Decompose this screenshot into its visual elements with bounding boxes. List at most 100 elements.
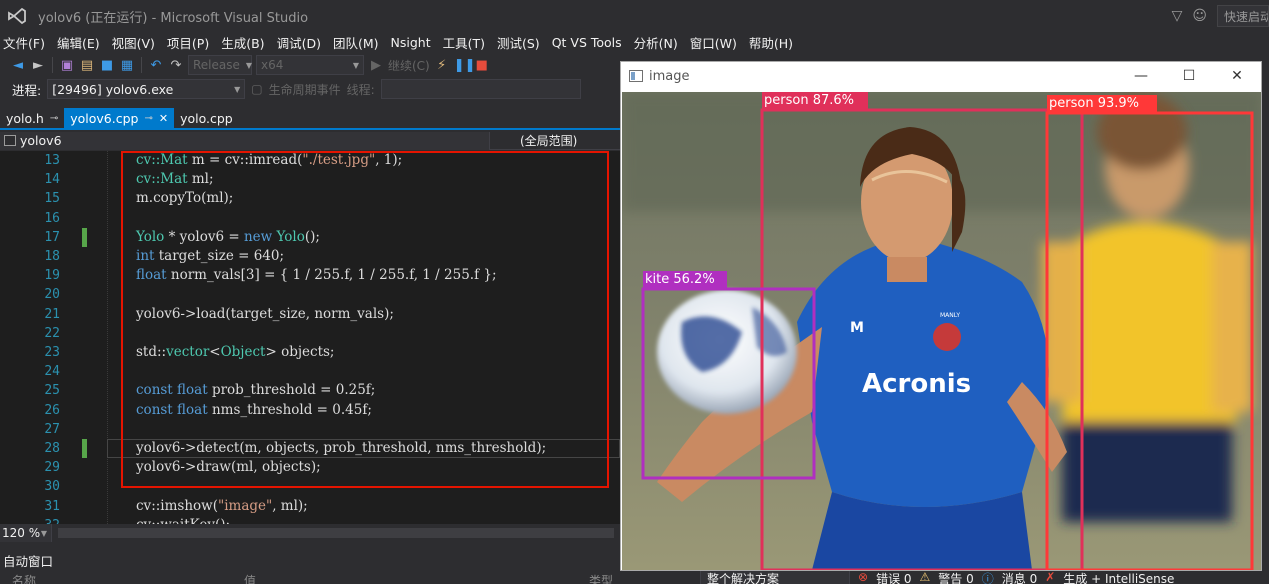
configuration-select[interactable]: Release ▼ <box>188 55 252 75</box>
maximize-icon[interactable]: ☐ <box>1165 62 1213 90</box>
platform-value: x64 <box>261 58 284 72</box>
menu-edit[interactable]: 编辑(E) <box>54 33 109 52</box>
line-number: 24 <box>44 364 60 380</box>
tab-label: yolov6.cpp <box>70 110 139 126</box>
scope-dropdown[interactable]: (全局范围) <box>490 132 620 150</box>
process-label: 进程: <box>12 82 42 98</box>
notification-filter-icon[interactable]: ▽ <box>1172 8 1183 24</box>
line-number: 17 <box>44 229 60 245</box>
tab-yolo-cpp[interactable]: yolo.cpp <box>174 108 239 128</box>
new-project-icon[interactable]: ▣ <box>59 58 75 73</box>
process-value: [29496] yolov6.exe <box>52 81 174 97</box>
error-icon[interactable]: ⊗ <box>858 570 868 584</box>
zoom-select[interactable]: 120 % ▼ <box>0 524 52 542</box>
menu-help[interactable]: 帮助(H) <box>746 33 802 52</box>
code-line-32: cv::waitKey(); <box>136 516 230 524</box>
navigate-forward-icon[interactable]: ► <box>30 58 46 73</box>
menu-debug[interactable]: 调试(D) <box>274 33 330 52</box>
thread-label: 线程: <box>346 82 375 97</box>
autos-panel-title: 自动窗口 <box>3 553 54 569</box>
line-number: 22 <box>44 325 60 341</box>
scope-filter-select[interactable]: 整个解决方案 <box>700 570 850 584</box>
column-value[interactable]: 值 <box>244 572 589 584</box>
autos-column-headers: 名称 值 类型 <box>0 572 700 584</box>
pin-icon[interactable]: ⊸ <box>144 113 152 124</box>
error-list-toolbar: 整个解决方案 ⊗ 错误 0 ⚠ 警告 0 ⓘ 消息 0 ✗ 生成 + IntelliS… <box>700 570 1269 584</box>
detection-image: Acronis M MANLY person 87.6% person 93.9… <box>622 92 1261 570</box>
svg-text:Acronis: Acronis <box>862 369 971 399</box>
info-icon[interactable]: ⓘ <box>982 570 994 584</box>
menu-team[interactable]: 团队(M) <box>330 33 388 52</box>
soccer-photo: Acronis M MANLY <box>622 92 1261 570</box>
close-icon[interactable]: ✕ <box>1213 62 1261 90</box>
window-icon <box>629 70 643 82</box>
minimize-icon[interactable]: — <box>1117 62 1165 90</box>
warnings-count[interactable]: 警告 0 <box>938 570 973 584</box>
visual-studio-logo-icon <box>6 5 28 27</box>
menu-qt-vs-tools[interactable]: Qt VS Tools <box>549 35 631 50</box>
tab-yolov6-cpp[interactable]: yolov6.cpp ⊸ ✕ <box>64 108 175 128</box>
opencv-image-window[interactable]: image — ☐ ✕ Acronis M MANLY person 87.6%… <box>620 61 1262 571</box>
save-icon[interactable]: ■ <box>99 58 115 73</box>
editor-status-strip: 120 % ▼ <box>0 524 620 542</box>
line-number: 18 <box>44 249 60 264</box>
lifecycle-events-button[interactable]: 生命周期事件 <box>269 81 341 98</box>
scope-name: (全局范围) <box>520 134 578 148</box>
image-window-title: image <box>649 68 690 84</box>
menu-view[interactable]: 视图(V) <box>109 33 164 52</box>
stop-icon[interactable]: ■ <box>474 58 490 73</box>
close-icon[interactable]: ✕ <box>159 112 168 125</box>
continue-icon[interactable]: ▶ <box>368 58 384 73</box>
continue-button[interactable]: 继续(C) <box>388 57 430 74</box>
filter-clear-icon[interactable]: ✗ <box>1045 570 1055 584</box>
detection-label: person 93.9% <box>1049 96 1139 111</box>
menu-project[interactable]: 项目(P) <box>164 33 218 52</box>
build-source-select[interactable]: 生成 + IntelliSense <box>1063 570 1174 584</box>
menu-analyze[interactable]: 分析(N) <box>631 33 687 52</box>
line-number: 30 <box>44 479 60 495</box>
line-number: 26 <box>44 402 60 418</box>
menu-file[interactable]: 文件(F) <box>0 33 54 52</box>
menu-window[interactable]: 窗口(W) <box>687 33 746 52</box>
pin-icon[interactable]: ⊸ <box>50 113 58 124</box>
project-name: yolov6 <box>20 133 62 148</box>
project-dropdown[interactable]: yolov6 <box>0 131 490 150</box>
code-line-31: cv::imshow("image", ml); <box>136 497 308 514</box>
menu-nsight[interactable]: Nsight <box>388 35 440 50</box>
save-all-icon[interactable]: ▦ <box>119 58 135 73</box>
tab-yolo-h[interactable]: yolo.h ⊸ <box>0 108 64 128</box>
line-number: 20 <box>44 287 60 303</box>
code-editor[interactable]: 13 14 15 16 17 18 19 20 21 22 23 24 25 2… <box>0 151 620 524</box>
toolbar-separator <box>141 57 142 73</box>
feedback-icon[interactable]: ☺ <box>1192 8 1207 24</box>
pause-icon[interactable]: ❚❚ <box>454 58 476 73</box>
image-window-titlebar[interactable]: image — ☐ ✕ <box>621 62 1261 90</box>
horizontal-scrollbar[interactable] <box>58 528 614 538</box>
menu-test[interactable]: 测试(S) <box>494 33 549 52</box>
column-type[interactable]: 类型 <box>589 572 649 584</box>
lifecycle-events-icon[interactable]: ▢ <box>251 82 262 96</box>
attach-icon[interactable]: ⚡ <box>434 58 450 73</box>
detection-label: person 87.6% <box>764 93 854 108</box>
highlight-annotation-box <box>121 151 609 488</box>
column-name[interactable]: 名称 <box>12 572 244 584</box>
errors-count[interactable]: 错误 0 <box>876 570 911 584</box>
redo-icon[interactable]: ↷ <box>168 58 184 73</box>
line-number: 19 <box>44 268 60 284</box>
undo-icon[interactable]: ↶ <box>148 58 164 73</box>
open-file-icon[interactable]: ▤ <box>79 58 95 73</box>
navigate-back-icon[interactable]: ◄ <box>10 58 26 73</box>
messages-count[interactable]: 消息 0 <box>1002 570 1037 584</box>
thread-select[interactable] <box>380 79 581 99</box>
title-bar: yolov6 (正在运行) - Microsoft Visual Studio … <box>0 0 1269 32</box>
process-select[interactable]: [29496] yolov6.exe ▼ <box>47 79 246 99</box>
quick-launch-input[interactable]: 快速启动 <box>1217 5 1269 27</box>
platform-select[interactable]: x64 ▼ <box>256 55 364 75</box>
change-marker <box>82 439 87 458</box>
line-number: 29 <box>44 460 60 476</box>
warning-icon[interactable]: ⚠ <box>920 570 931 584</box>
menu-build[interactable]: 生成(B) <box>218 33 273 52</box>
menu-tools[interactable]: 工具(T) <box>440 33 494 52</box>
line-number: 16 <box>44 210 60 226</box>
indent-guide <box>107 151 108 524</box>
